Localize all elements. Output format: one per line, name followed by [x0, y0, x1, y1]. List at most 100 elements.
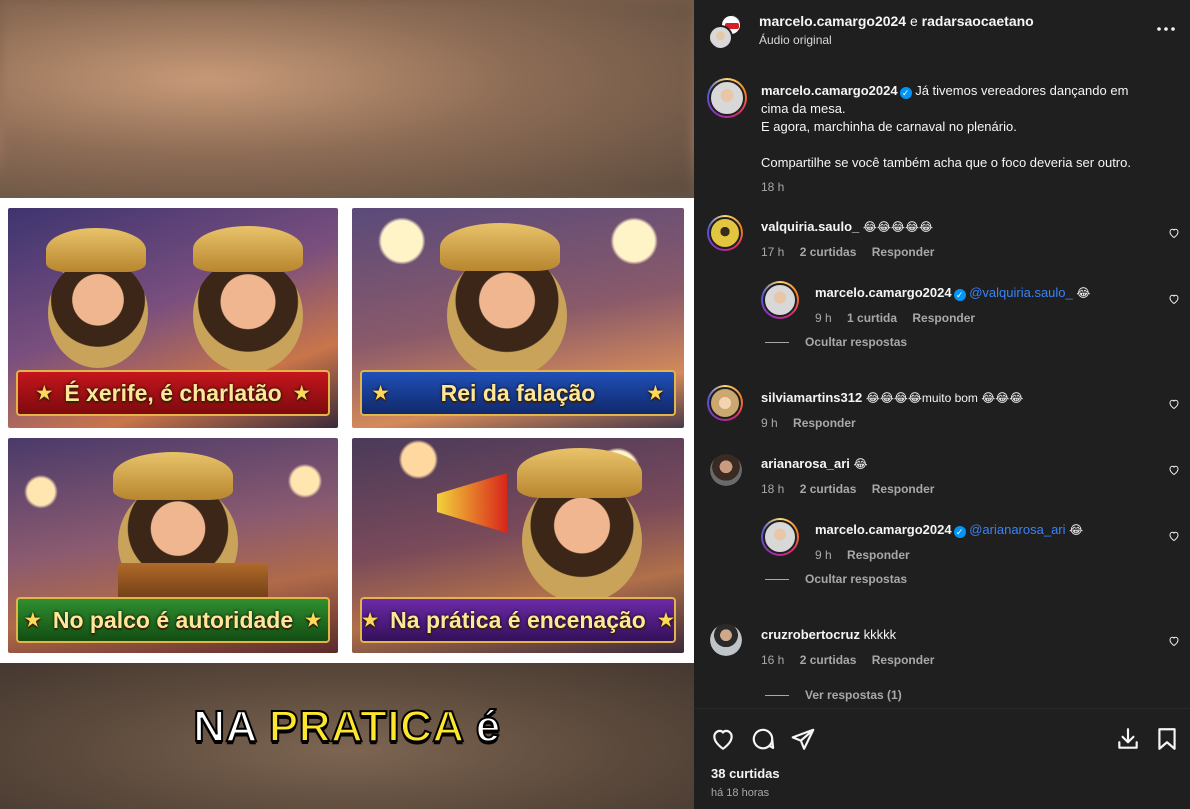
reply-username[interactable]: marcelo.camargo2024 [815, 285, 952, 300]
divider-line [765, 695, 789, 697]
caption-username[interactable]: marcelo.camargo2024 [761, 83, 898, 98]
post-header: marcelo.camargo2024 e radarsaocaetano Áu… [694, 0, 1190, 62]
like-count[interactable]: 38 curtidas [711, 766, 780, 781]
banner-4-text: Na prática é encenação [390, 606, 646, 633]
commenter-avatar[interactable] [710, 454, 742, 486]
caption-avatar[interactable] [707, 78, 747, 118]
heart-icon[interactable] [1168, 293, 1180, 305]
comment-username[interactable]: cruzrobertocruz [761, 627, 860, 642]
reply-text: 😂 [1069, 523, 1084, 537]
caption-line-1: Já tivemos vereadores dançando em [915, 83, 1129, 98]
collab-avatar[interactable] [708, 14, 744, 50]
reply-button[interactable]: Responder [872, 245, 935, 259]
comment-time[interactable]: 16 h [761, 653, 784, 667]
heart-icon[interactable] [710, 726, 736, 752]
heart-icon[interactable] [1168, 635, 1180, 647]
banner-2: ★ Rei da falação ★ [360, 370, 676, 416]
hide-replies-toggle[interactable]: Ocultar respostas [765, 572, 907, 586]
star-icon: ★ [36, 382, 53, 403]
collage-panel-4: ★ Na prática é encenação ★ [352, 438, 684, 653]
comment-likes[interactable]: 2 curtidas [800, 245, 857, 259]
commenter-avatar[interactable] [707, 385, 743, 421]
comment-text: 😂😂😂😂😂 [862, 220, 933, 234]
banner-1-text: É xerife, é charlatão [64, 379, 282, 406]
media-blur-top [0, 0, 694, 198]
view-replies-toggle[interactable]: Ver respostas (1) [765, 688, 902, 702]
reply-button[interactable]: Responder [912, 311, 975, 325]
comments-list[interactable]: marcelo.camargo2024 ✓ Já tivemos vereador… [694, 62, 1190, 708]
comment-username[interactable]: silviamartins312 [761, 390, 862, 405]
reply-username[interactable]: marcelo.camargo2024 [815, 522, 952, 537]
post-media[interactable]: ★ É xerife, é charlatão ★ ★ Rei da falaç… [0, 0, 694, 809]
star-icon: ★ [362, 609, 379, 630]
header-username[interactable]: marcelo.camargo2024 [759, 13, 906, 29]
heart-icon[interactable] [1168, 530, 1180, 542]
hide-replies-label: Ocultar respostas [805, 572, 908, 586]
collage-panel-1: ★ É xerife, é charlatão ★ [8, 208, 338, 428]
comment-username[interactable]: valquiria.saulo_ [761, 219, 859, 234]
caption-text: marcelo.camargo2024 ✓ Já tivemos vereador… [761, 82, 1171, 172]
banner-4: ★ Na prática é encenação ★ [360, 597, 676, 643]
reply-mention[interactable]: @arianarosa_ari [969, 522, 1065, 537]
commenter-avatar[interactable] [707, 215, 743, 251]
post-viewer: ★ É xerife, é charlatão ★ ★ Rei da falaç… [0, 0, 1190, 809]
star-icon: ★ [293, 382, 310, 403]
caption-meta: 18 h [761, 180, 796, 194]
divider-line [765, 579, 789, 581]
caption-time[interactable]: 18 h [761, 180, 784, 194]
video-caption: NA PRATICA é [0, 701, 694, 752]
replier-avatar[interactable] [761, 281, 799, 319]
download-icon[interactable] [1115, 726, 1141, 752]
reply-time[interactable]: 9 h [815, 548, 832, 562]
verified-badge-icon: ✓ [953, 289, 966, 301]
share-icon[interactable] [790, 726, 816, 752]
replier-avatar[interactable] [761, 518, 799, 556]
star-icon: ★ [647, 382, 664, 403]
reply-button[interactable]: Responder [847, 548, 910, 562]
heart-icon[interactable] [1168, 398, 1180, 410]
more-horizontal-icon[interactable] [1156, 21, 1176, 39]
hide-replies-toggle[interactable]: Ocultar respostas [765, 335, 907, 349]
comment-likes[interactable]: 2 curtidas [800, 482, 857, 496]
post-header-users: marcelo.camargo2024 e radarsaocaetano [759, 13, 1034, 29]
verified-badge-icon: ✓ [899, 87, 912, 99]
collage-panel-3: ★ No palco é autoridade ★ [8, 438, 338, 653]
comment-time[interactable]: 17 h [761, 245, 784, 259]
reply-button[interactable]: Responder [872, 482, 935, 496]
hide-replies-label: Ocultar respostas [805, 335, 908, 349]
caption-line-3: E agora, marchinha de carnaval no plenár… [761, 119, 1017, 134]
star-icon: ★ [657, 609, 674, 630]
reply-button[interactable]: Responder [872, 653, 935, 667]
heart-icon[interactable] [1168, 227, 1180, 239]
post-sidebar: marcelo.camargo2024 e radarsaocaetano Áu… [694, 0, 1190, 809]
commenter-avatar[interactable] [710, 624, 742, 656]
caption-word-3: é [475, 701, 501, 752]
audio-link[interactable]: Áudio original [759, 33, 832, 47]
reply-time[interactable]: 9 h [815, 311, 832, 325]
post-timestamp[interactable]: há 18 horas [711, 787, 769, 799]
comment-text: 😂 [853, 457, 868, 471]
banner-2-text: Rei da falação [440, 379, 596, 406]
header-and: e [909, 13, 918, 29]
comment-username[interactable]: arianarosa_ari [761, 456, 850, 471]
reply-likes[interactable]: 1 curtida [847, 311, 897, 325]
star-icon: ★ [372, 382, 389, 403]
comment-time[interactable]: 18 h [761, 482, 784, 496]
comment-likes[interactable]: 2 curtidas [800, 653, 857, 667]
banner-3-text: No palco é autoridade [52, 606, 294, 633]
comment-time[interactable]: 9 h [761, 416, 778, 430]
comment-icon[interactable] [750, 726, 776, 752]
header-collab-username[interactable]: radarsaocaetano [922, 13, 1034, 29]
reply-mention[interactable]: @valquiria.saulo_ [969, 285, 1073, 300]
bookmark-icon[interactable] [1154, 726, 1180, 752]
post-actions-bar: 38 curtidas há 18 horas [694, 708, 1190, 809]
caption-line-2: cima da mesa. [761, 101, 846, 116]
heart-icon[interactable] [1168, 464, 1180, 476]
banner-1: ★ É xerife, é charlatão ★ [16, 370, 330, 416]
comment-text: kkkkk [863, 627, 897, 642]
image-collage: ★ É xerife, é charlatão ★ ★ Rei da falaç… [0, 198, 694, 663]
reply-button[interactable]: Responder [793, 416, 856, 430]
reply-text: 😂 [1076, 286, 1091, 300]
star-icon: ★ [305, 609, 322, 630]
verified-badge-icon: ✓ [953, 526, 966, 538]
